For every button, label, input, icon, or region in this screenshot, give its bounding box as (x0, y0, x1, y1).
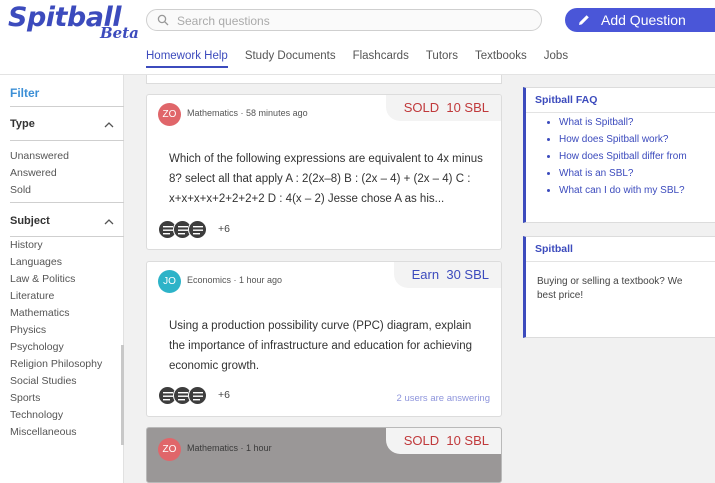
faq-title: Spitball FAQ (535, 94, 598, 106)
divider (10, 106, 124, 107)
tab-flashcards[interactable]: Flashcards (353, 46, 409, 70)
subject-item[interactable]: Miscellaneous (10, 424, 120, 441)
type-option-answered[interactable]: Answered (10, 167, 57, 179)
type-section-title[interactable]: Type (10, 118, 35, 130)
avatar[interactable]: JO (158, 270, 181, 293)
question-meta: Mathematics · 58 minutes ago (187, 108, 308, 118)
question-card[interactable]: ZO Mathematics · 1 hour SOLD 10 SBL (146, 427, 502, 483)
subject-item[interactable]: Languages (10, 254, 120, 271)
subject-item[interactable]: Law & Politics (10, 271, 120, 288)
divider (526, 261, 715, 262)
tab-study-documents[interactable]: Study Documents (245, 46, 336, 70)
question-subject[interactable]: Economics (187, 275, 231, 285)
search-input[interactable] (177, 12, 527, 29)
pencil-icon (579, 15, 589, 25)
faq-link[interactable]: How does Spitball differ from (559, 148, 687, 165)
badge-value: 10 SBL (446, 433, 489, 448)
badge-label: Earn (411, 267, 440, 282)
subject-item[interactable]: Sports (10, 390, 120, 407)
faq-list: What is Spitball? How does Spitball work… (559, 114, 687, 199)
lines-icon (193, 226, 203, 235)
type-option-unanswered[interactable]: Unanswered (10, 150, 69, 162)
answer-avatar (188, 220, 207, 239)
answer-avatar (188, 386, 207, 405)
answering-status: 2 users are answering (396, 393, 490, 404)
tab-homework-help[interactable]: Homework Help (146, 46, 228, 70)
type-option-sold[interactable]: Sold (10, 184, 31, 196)
question-time: 58 minutes ago (246, 108, 308, 118)
logo-beta-label: Beta (100, 24, 139, 42)
top-header: Spitball Beta Add Question Homework Help… (0, 0, 715, 75)
subject-item[interactable]: Psychology (10, 339, 120, 356)
subject-item[interactable]: Mathematics (10, 305, 120, 322)
subject-section-title[interactable]: Subject (10, 215, 50, 227)
faq-link[interactable]: What is Spitball? (559, 114, 687, 131)
question-subject[interactable]: Mathematics (187, 443, 238, 453)
filter-heading: Filter (10, 86, 40, 100)
previous-question-card[interactable] (146, 75, 502, 84)
sold-badge: SOLD 10 SBL (385, 428, 501, 454)
question-card[interactable]: ZO Mathematics · 58 minutes ago SOLD 10 … (146, 94, 502, 250)
promo-title: Spitball (535, 243, 573, 255)
lines-icon (193, 392, 203, 401)
tab-textbooks[interactable]: Textbooks (475, 46, 527, 70)
more-answers-count: +6 (218, 223, 230, 235)
question-card[interactable]: JO Economics · 1 hour ago Earn 30 SBL Us… (146, 261, 502, 417)
chevron-up-icon[interactable] (104, 218, 114, 225)
filter-sidebar: Filter Type Unanswered Answered Sold Sub… (0, 75, 124, 483)
badge-value: 30 SBL (446, 267, 489, 282)
faq-panel: Spitball FAQ What is Spitball? How does … (523, 87, 715, 223)
divider (526, 112, 715, 113)
question-time: 1 hour (246, 443, 272, 453)
main-content: Filter Type Unanswered Answered Sold Sub… (0, 75, 715, 483)
question-text[interactable]: Using a production possibility curve (PP… (169, 316, 484, 376)
avatar[interactable]: ZO (158, 103, 181, 126)
divider (10, 202, 124, 203)
badge-label: SOLD (403, 433, 440, 448)
faq-link[interactable]: What is an SBL? (559, 165, 687, 182)
faq-link[interactable]: How does Spitball work? (559, 131, 687, 148)
badge-label: SOLD (403, 100, 440, 115)
answer-avatars[interactable]: +6 (158, 220, 238, 240)
subject-item[interactable]: Religion Philosophy (10, 356, 120, 373)
main-nav-tabs: Homework Help Study Documents Flashcards… (146, 46, 585, 70)
promo-text: Buying or selling a textbook? We best pr… (537, 276, 683, 301)
avatar[interactable]: ZO (158, 438, 181, 461)
question-text[interactable]: Which of the following expressions are e… (169, 149, 484, 209)
question-meta: Economics · 1 hour ago (187, 275, 282, 285)
question-meta: Mathematics · 1 hour (187, 443, 272, 453)
chevron-up-icon[interactable] (104, 121, 114, 128)
subject-item[interactable]: Physics (10, 322, 120, 339)
more-answers-count: +6 (218, 389, 230, 401)
subject-item[interactable]: History (10, 237, 120, 254)
sidebar-scrollbar[interactable] (121, 345, 124, 445)
tab-tutors[interactable]: Tutors (426, 46, 458, 70)
add-question-label: Add Question (601, 12, 686, 28)
subject-item[interactable]: Technology (10, 407, 120, 424)
search-icon (157, 14, 169, 26)
divider (10, 140, 124, 141)
question-subject[interactable]: Mathematics (187, 108, 238, 118)
answer-avatars[interactable]: +6 (158, 386, 238, 406)
faq-link[interactable]: What can I do with my SBL? (559, 182, 687, 199)
badge-value: 10 SBL (446, 100, 489, 115)
subject-item[interactable]: Literature (10, 288, 120, 305)
search-box[interactable] (146, 9, 542, 31)
earn-badge: Earn 30 SBL (393, 262, 501, 288)
subject-list: History Languages Law & Politics Literat… (10, 237, 120, 445)
spitball-logo[interactable]: Spitball Beta (8, 2, 139, 42)
promo-panel: Spitball Buying or selling a textbook? W… (523, 236, 715, 338)
sold-badge: SOLD 10 SBL (385, 95, 501, 121)
tab-jobs[interactable]: Jobs (544, 46, 568, 70)
question-time: 1 hour ago (239, 275, 283, 285)
subject-item[interactable]: Social Studies (10, 373, 120, 390)
add-question-button[interactable]: Add Question (565, 8, 715, 32)
